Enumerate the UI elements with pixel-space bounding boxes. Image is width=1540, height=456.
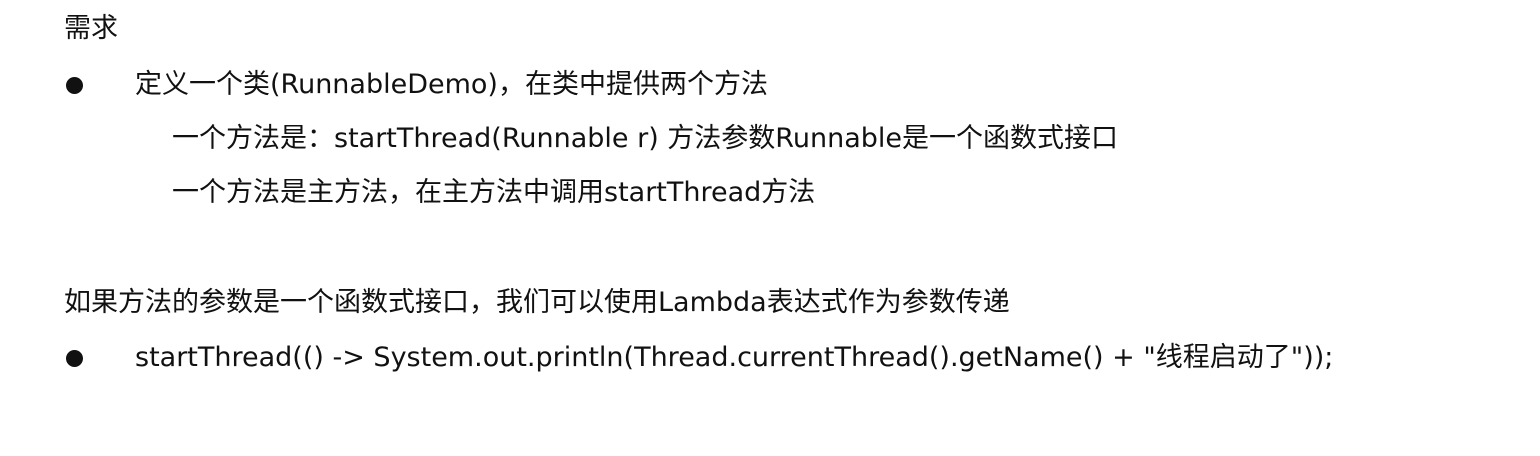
- bullet-icon: [66, 77, 83, 94]
- requirement-subitem-startthread: 一个方法是：startThread(Runnable r) 方法参数Runnab…: [172, 123, 1118, 154]
- bullet-icon: [66, 350, 83, 367]
- lambda-note: 如果方法的参数是一个函数式接口，我们可以使用Lambda表达式作为参数传递: [64, 287, 1010, 318]
- heading-requirements: 需求: [64, 13, 118, 44]
- requirement-item: 定义一个类(RunnableDemo)，在类中提供两个方法: [135, 69, 768, 100]
- requirement-subitem-main: 一个方法是主方法，在主方法中调用startThread方法: [172, 177, 816, 208]
- lambda-code-example: startThread(() -> System.out.println(Thr…: [135, 342, 1334, 373]
